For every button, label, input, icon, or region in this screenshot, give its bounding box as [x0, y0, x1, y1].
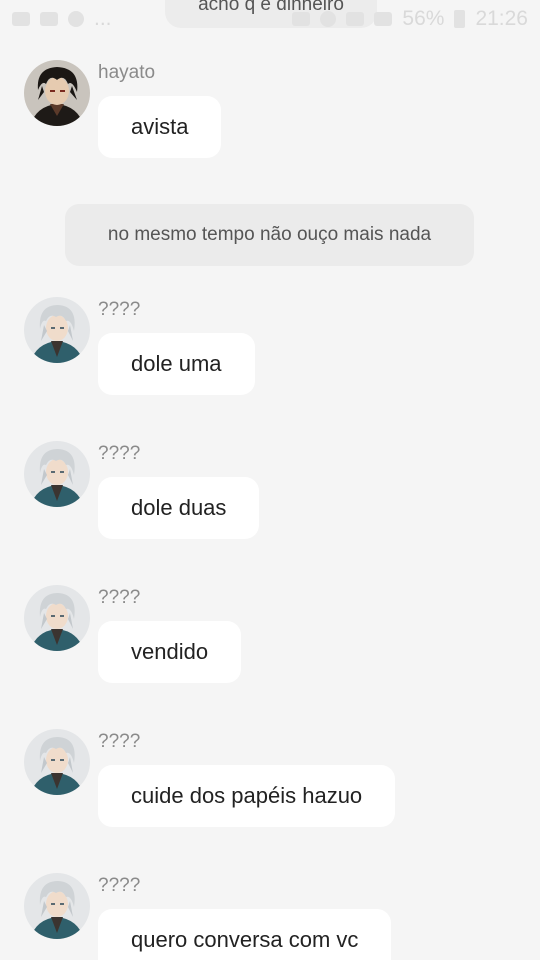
sender-name[interactable]: hayato: [98, 62, 155, 84]
chat-screen: ... 56% 21:26 acho q é dinheiro hayato a…: [0, 0, 540, 960]
sender-name[interactable]: ????: [98, 875, 140, 897]
silver-haired-character-icon: [24, 441, 90, 507]
avatar[interactable]: [24, 873, 90, 939]
sender-name[interactable]: ????: [98, 299, 140, 321]
message-bubble[interactable]: cuide dos papéis hazuo: [98, 765, 396, 827]
avatar[interactable]: [24, 60, 90, 126]
dark-haired-character-icon: [24, 60, 90, 126]
status-bar: ... 56% 21:26: [0, 0, 540, 38]
whatsapp-icon: [68, 11, 84, 27]
message-bubble[interactable]: dole duas: [98, 477, 260, 539]
system-message-bubble[interactable]: no mesmo tempo não ouço mais nada: [65, 204, 474, 266]
message-bubble[interactable]: avista: [98, 96, 222, 158]
sender-name[interactable]: ????: [98, 443, 140, 465]
cloud-icon: [40, 12, 58, 26]
avatar[interactable]: [24, 441, 90, 507]
sim-icon: [346, 12, 365, 26]
message-bubble[interactable]: quero conversa com vc: [98, 909, 392, 960]
clock: 21:26: [475, 7, 528, 30]
silver-haired-character-icon: [24, 729, 90, 795]
battery-percent: 56%: [402, 7, 445, 30]
sender-name[interactable]: ????: [98, 587, 140, 609]
status-left: ...: [12, 7, 112, 31]
avatar[interactable]: [24, 585, 90, 651]
image-notification-icon: [12, 12, 30, 26]
avatar[interactable]: [24, 297, 90, 363]
mute-icon: [292, 12, 311, 26]
sender-name[interactable]: ????: [98, 731, 140, 753]
silver-haired-character-icon: [24, 873, 90, 939]
signal-icon: [374, 12, 393, 26]
message-bubble[interactable]: dole uma: [98, 333, 255, 395]
location-icon: [320, 11, 337, 27]
message-bubble[interactable]: vendido: [98, 621, 242, 683]
more-notifications: ...: [94, 7, 112, 30]
silver-haired-character-icon: [24, 297, 90, 363]
battery-icon: [454, 10, 466, 28]
status-right: 56% 21:26: [292, 7, 528, 31]
silver-haired-character-icon: [24, 585, 90, 651]
avatar[interactable]: [24, 729, 90, 795]
